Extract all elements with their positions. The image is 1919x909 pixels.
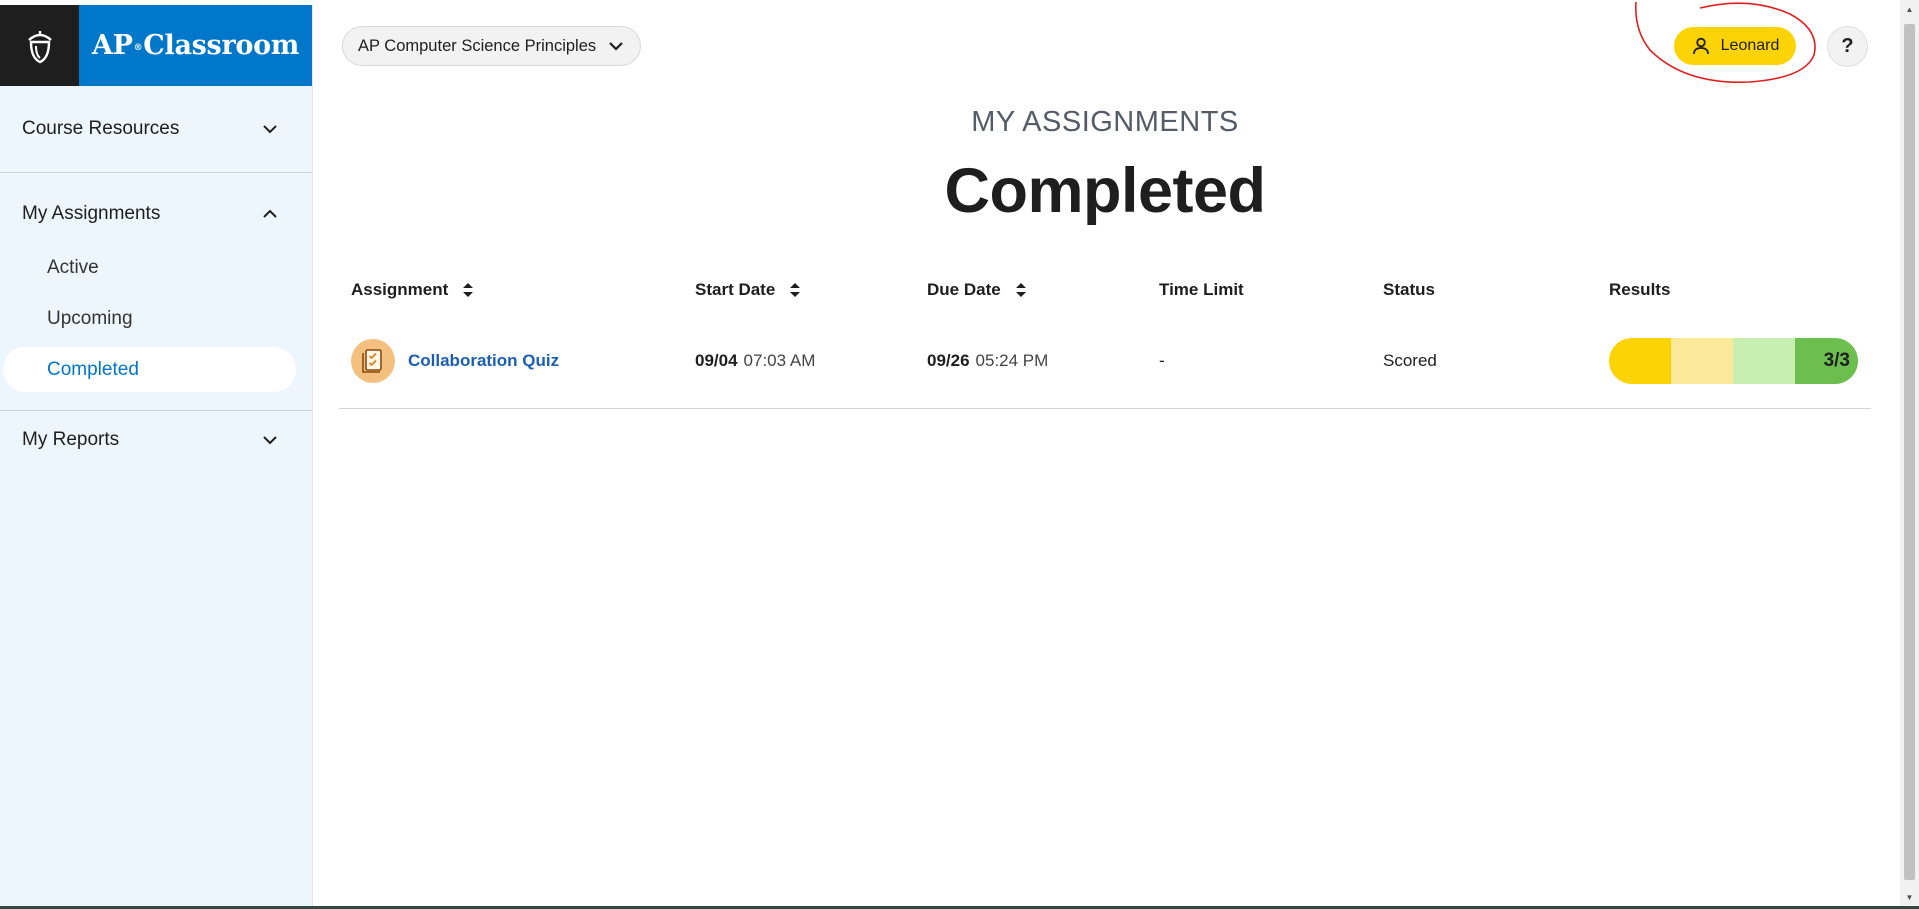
- nav-section-my-assignments: My Assignments Active Upcoming Completed: [0, 173, 312, 411]
- user-icon: [1692, 37, 1709, 55]
- nav-my-assignments-label: My Assignments: [22, 203, 161, 224]
- column-header-assignment[interactable]: Assignment: [351, 280, 474, 300]
- due-time: 05:24 PM: [975, 351, 1049, 370]
- column-header-label: Status: [1383, 280, 1435, 299]
- sidebar: AP ® Classroom Course Resources My Assignm…: [0, 5, 313, 909]
- nav-my-reports-label: My Reports: [22, 429, 120, 450]
- brand-header[interactable]: AP ® Classroom: [0, 5, 312, 86]
- help-button[interactable]: ?: [1827, 26, 1868, 67]
- cell-status: Scored: [1383, 351, 1437, 370]
- scroll-up-arrow-icon[interactable]: ▲: [1900, 0, 1919, 18]
- cell-start-date: 09/04 07:03 AM: [695, 313, 815, 409]
- column-header-due-date[interactable]: Due Date: [927, 280, 1027, 300]
- score-segment: [1671, 338, 1733, 384]
- score-segment: [1733, 338, 1795, 384]
- page-title: Completed: [944, 156, 1266, 226]
- sort-icon[interactable]: [462, 281, 474, 299]
- table-row: Collaboration Quiz 09/04 07:03 AM 09/26 …: [339, 313, 1871, 409]
- cell-due-date: 09/26 05:24 PM: [927, 313, 1048, 409]
- column-header-start-date[interactable]: Start Date: [695, 280, 801, 300]
- assignments-table: Assignment Start Date Due Date Time Limi…: [339, 268, 1871, 409]
- nav-my-assignments[interactable]: My Assignments: [0, 173, 312, 255]
- score-label: 3/3: [1823, 350, 1850, 371]
- sidebar-item-upcoming[interactable]: Upcoming: [3, 296, 296, 341]
- quiz-checklist-icon: [351, 339, 395, 383]
- scroll-down-arrow-icon[interactable]: ▼: [1900, 888, 1919, 906]
- column-header-time-limit: Time Limit: [1159, 280, 1244, 300]
- cell-results: 3/3: [1609, 313, 1858, 409]
- column-header-status: Status: [1383, 280, 1435, 300]
- nav-my-reports[interactable]: My Reports: [0, 411, 312, 469]
- my-assignments-subnav: Active Upcoming Completed: [0, 245, 312, 410]
- sort-icon[interactable]: [789, 281, 801, 299]
- brand-name: AP ® Classroom: [79, 5, 312, 86]
- due-date: 09/26: [927, 351, 970, 370]
- table-header: Assignment Start Date Due Date Time Limi…: [339, 268, 1871, 313]
- sort-icon[interactable]: [1015, 281, 1027, 299]
- chevron-up-icon: [263, 209, 277, 218]
- chevron-down-icon: [263, 125, 277, 134]
- vertical-scrollbar[interactable]: ▲ ▼: [1900, 0, 1919, 909]
- page-eyebrow: MY ASSIGNMENTS: [971, 106, 1239, 138]
- nav-course-resources[interactable]: Course Resources: [0, 86, 312, 172]
- user-name: Leonard: [1720, 37, 1780, 54]
- cell-assignment: Collaboration Quiz: [351, 313, 559, 409]
- scrollbar-thumb[interactable]: [1904, 24, 1915, 880]
- column-header-label: Start Date: [695, 280, 776, 299]
- nav-section-my-reports: My Reports: [0, 411, 312, 469]
- score-segment: 3/3: [1795, 338, 1858, 384]
- brand-trademark: ®: [133, 42, 143, 53]
- column-header-label: Due Date: [927, 280, 1001, 299]
- app-root: AP ® Classroom Course Resources My Assignm…: [0, 0, 1919, 909]
- brand-prefix: AP: [91, 30, 133, 61]
- column-header-results: Results: [1609, 280, 1670, 300]
- brand-suffix: Classroom: [143, 30, 300, 61]
- cell-time-limit: -: [1159, 351, 1165, 370]
- user-menu-button[interactable]: Leonard: [1674, 27, 1796, 65]
- sidebar-item-completed[interactable]: Completed: [3, 347, 296, 392]
- assignment-link[interactable]: Collaboration Quiz: [408, 351, 559, 371]
- course-selector-label: AP Computer Science Principles: [358, 36, 597, 55]
- chevron-down-icon: [263, 436, 277, 445]
- score-segment: [1609, 338, 1671, 384]
- start-date: 09/04: [695, 351, 738, 370]
- column-header-label: Time Limit: [1159, 280, 1244, 299]
- nav-course-resources-label: Course Resources: [22, 118, 180, 139]
- start-time: 07:03 AM: [743, 351, 816, 370]
- acorn-logo-icon: [0, 5, 79, 86]
- results-score-bar[interactable]: 3/3: [1609, 338, 1858, 384]
- chevron-down-icon: [609, 42, 623, 51]
- sidebar-item-active[interactable]: Active: [3, 245, 296, 290]
- nav-section-course-resources: Course Resources: [0, 86, 312, 173]
- column-header-label: Results: [1609, 280, 1671, 299]
- column-header-label: Assignment: [351, 280, 449, 299]
- course-selector[interactable]: AP Computer Science Principles: [342, 26, 642, 66]
